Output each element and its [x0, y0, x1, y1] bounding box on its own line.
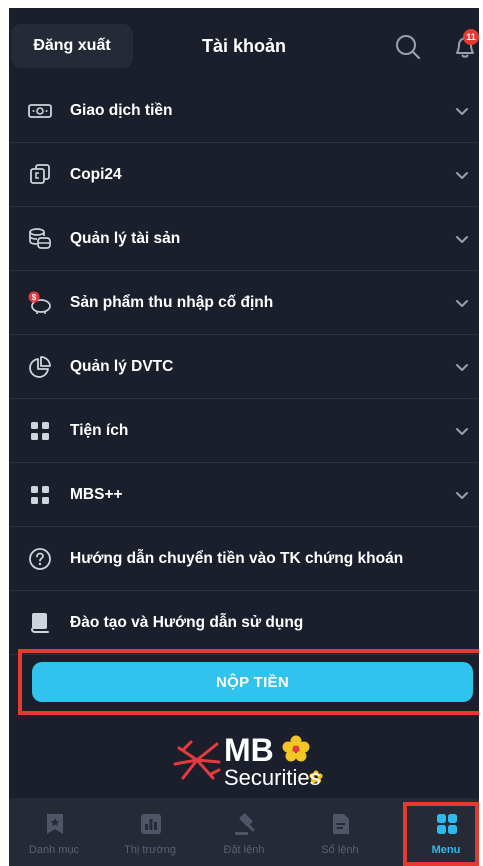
gavel-icon [235, 813, 255, 835]
menu-item-tien-ich[interactable]: Tiện ích [9, 400, 479, 463]
copy-icon [27, 162, 53, 188]
book-icon [27, 610, 53, 636]
menu-item-dao-tao[interactable]: Đào tạo và Hướng dẫn sử dụng [9, 592, 479, 655]
apricot-blossom-icon [282, 735, 310, 762]
chevron-down-icon [456, 364, 468, 371]
grid-icon [27, 482, 53, 508]
nav-label: Sổ lệnh [321, 844, 359, 856]
menu-item-label: Quản lý DVTC [70, 358, 174, 375]
chevron-down-icon [456, 428, 468, 435]
notification-badge: 11 [463, 29, 479, 45]
pie-chart-icon [27, 354, 53, 380]
search-icon[interactable] [394, 33, 422, 61]
menu-item-label: Sản phẩm thu nhập cố định [70, 294, 274, 311]
menu-item-mbs-plus[interactable]: MBS++ [9, 464, 479, 527]
menu-item-label: MBS++ [70, 486, 123, 503]
logout-button[interactable]: Đăng xuất [11, 24, 133, 68]
deposit-highlight: NỘP TIỀN [18, 649, 479, 715]
logo-sub-text: Securities [224, 765, 321, 790]
menu-item-label: Giao dịch tiền [70, 102, 173, 119]
notification-button[interactable]: 11 [450, 29, 479, 62]
nav-item-danh-muc[interactable]: Danh mục [9, 798, 99, 866]
chevron-down-icon [456, 172, 468, 179]
menu-item-san-pham-thu-nhap[interactable]: $ Sản phẩm thu nhập cố định [9, 272, 479, 335]
menu-item-giao-dich-tien[interactable]: Giao dịch tiền [9, 80, 479, 143]
bookmark-icon [47, 814, 63, 834]
deposit-button[interactable]: NỘP TIỀN [32, 662, 473, 702]
help-icon [27, 546, 53, 572]
chevron-down-icon [456, 300, 468, 307]
cash-icon [27, 98, 53, 124]
nav-item-dat-lenh[interactable]: Đặt lệnh [199, 798, 289, 866]
order-book-icon [333, 814, 349, 834]
menu-item-quan-ly-tai-san[interactable]: Quản lý tài sản [9, 208, 479, 271]
menu-item-label: Hướng dẫn chuyển tiền vào TK chứng khoán [70, 550, 404, 567]
chevron-down-icon [456, 492, 468, 499]
nav-label: Danh mục [28, 844, 80, 856]
header: Đăng xuất Tài khoản 11 [9, 8, 479, 80]
mb-star-logo-icon [173, 740, 221, 780]
account-screen: Đăng xuất Tài khoản 11 Giao dịch tiền Co… [9, 8, 479, 866]
grid-icon [27, 418, 53, 444]
logo-brand-text: MB [224, 732, 274, 768]
menu-item-copi24[interactable]: Copi24 [9, 144, 479, 207]
chevron-down-icon [456, 236, 468, 243]
menu-tab-highlight [403, 802, 479, 866]
coins-icon [27, 226, 53, 252]
piggy-bank-icon: $ [27, 290, 53, 316]
nav-label: Đặt lệnh [223, 844, 265, 856]
chevron-down-icon [456, 108, 468, 115]
menu-item-quan-ly-dvtc[interactable]: Quản lý DVTC [9, 336, 479, 399]
menu-item-label: Tiện ích [70, 422, 129, 439]
menu-item-label: Đào tạo và Hướng dẫn sử dụng [70, 614, 304, 631]
nav-label: Thị trường [124, 844, 176, 856]
nav-item-thi-truong[interactable]: Thị trường [105, 798, 195, 866]
menu-item-huong-dan-chuyen-tien[interactable]: Hướng dẫn chuyển tiền vào TK chứng khoán [9, 528, 479, 591]
mb-securities-logo: MB Securities [169, 730, 344, 792]
svg-text:$: $ [32, 293, 37, 302]
nav-item-so-lenh[interactable]: Sổ lệnh [295, 798, 385, 866]
market-chart-icon [141, 814, 161, 834]
menu-item-label: Copi24 [70, 166, 122, 183]
menu-item-label: Quản lý tài sản [70, 230, 181, 247]
